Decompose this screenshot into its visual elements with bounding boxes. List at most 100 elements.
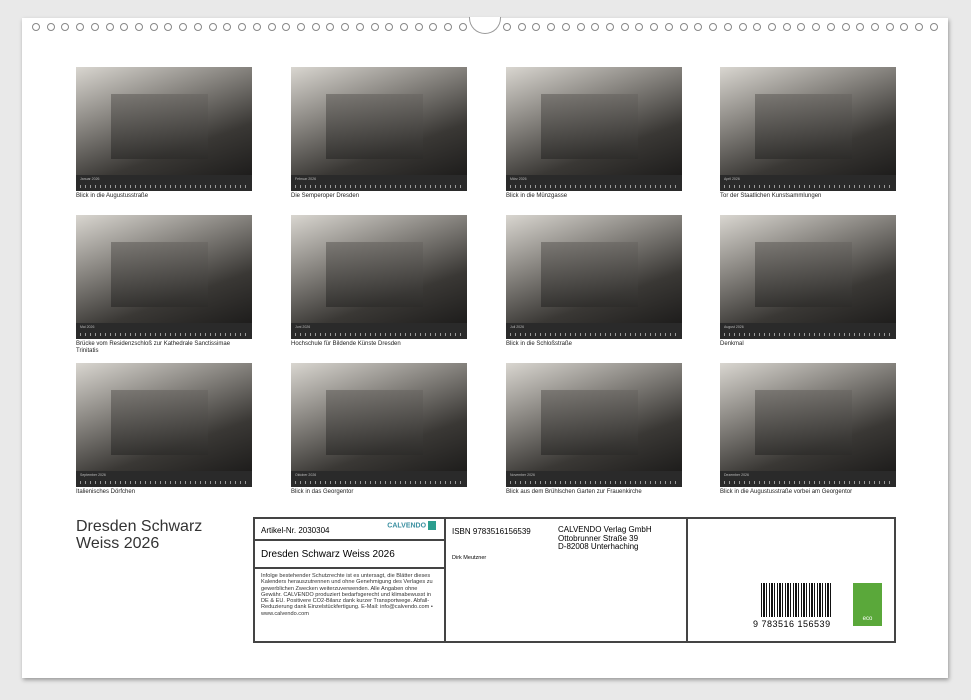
binding-hole [870, 23, 879, 31]
month-label: Februar 2026 [295, 177, 317, 181]
binding-hole [282, 23, 291, 31]
month-label: Juni 2026 [295, 325, 311, 329]
binding-hole [326, 23, 335, 31]
binding-hole [900, 23, 909, 31]
binding-hole [90, 23, 99, 31]
binding-hole [679, 23, 688, 31]
binding-hole [782, 23, 791, 31]
calendar-strip: Dezember 2026 [720, 471, 896, 487]
binding-hole [444, 23, 453, 31]
photo-caption: Blick in die Augustusstraße [76, 193, 149, 199]
binding-hole [738, 23, 747, 31]
binding-hole [709, 23, 718, 31]
binding-hole [61, 23, 70, 31]
binding-hole [76, 23, 85, 31]
month-tile: September 2026 Italienisches Dörfchen [76, 363, 252, 496]
binding-hole [208, 23, 217, 31]
month-label: Juli 2026 [510, 325, 525, 329]
barcode-number: 9 783516 156539 [753, 619, 831, 629]
month-tile: Mai 2026 Brücke vom Residenzschloß zur K… [76, 215, 252, 355]
calendar-strip: Februar 2026 [291, 175, 467, 191]
month-label: November 2026 [510, 473, 535, 477]
month-label: Dezember 2026 [724, 473, 749, 477]
binding-hole [32, 23, 40, 31]
calendar-strip: Juli 2026 [506, 323, 682, 339]
binding-hole [797, 23, 806, 31]
calendar-strip: April 2026 [720, 175, 896, 191]
month-photo [291, 363, 467, 471]
publisher-address: CALVENDO Verlag GmbH Ottobrunner Straße 3… [558, 525, 652, 551]
month-tile: April 2026 Tor der Staatlichen Kunstsamm… [720, 67, 896, 200]
binding-hole [179, 23, 188, 31]
binding-hole [341, 23, 350, 31]
calendar-strip: März 2026 [506, 175, 682, 191]
binding-hole [414, 23, 423, 31]
month-tile: Juni 2026 Hochschule für Bildende Künste… [291, 215, 467, 348]
binding-hole [105, 23, 114, 31]
binding-hole [296, 23, 305, 31]
photo-caption: Italienisches Dörfchen [76, 489, 136, 495]
binding-hole [164, 23, 173, 31]
calendar-strip: Oktober 2026 [291, 471, 467, 487]
binding-hole [650, 23, 659, 31]
binding-hole [694, 23, 703, 31]
month-label: August 2026 [724, 325, 744, 329]
month-photo [720, 363, 896, 471]
binding-hole [885, 23, 894, 31]
binding-hole [606, 23, 615, 31]
binding-hole [135, 23, 144, 31]
binding-hole [547, 23, 556, 31]
article-number: Artikel-Nr. 2030304 [261, 526, 330, 535]
calendar-strip: Mai 2026 [76, 323, 252, 339]
binding-hole [591, 23, 600, 31]
binding-hole [370, 23, 379, 31]
month-photo [720, 67, 896, 175]
binding-hole [355, 23, 364, 31]
binding-hole [503, 23, 511, 31]
month-tile: August 2026 Denkmal [720, 215, 896, 348]
month-photo [76, 363, 252, 471]
photo-caption: Denkmal [720, 341, 744, 347]
binding-hole [856, 23, 865, 31]
binding-hole [399, 23, 408, 31]
month-label: März 2026 [510, 177, 527, 181]
month-tile: November 2026 Blick aus dem Brühlschen G… [506, 363, 682, 496]
binding-hole [267, 23, 276, 31]
calvendo-logo: CALVENDO [387, 521, 436, 530]
month-tile: Februar 2026 Die Semperoper Dresden [291, 67, 467, 200]
month-photo [506, 363, 682, 471]
binding-hole [458, 23, 467, 31]
binding-hole [193, 23, 202, 31]
month-label: Januar 2026 [80, 177, 100, 181]
binding-hole [915, 23, 924, 31]
binding-hole [841, 23, 850, 31]
month-label: April 2026 [724, 177, 740, 181]
binding-hole [576, 23, 585, 31]
binding-hole [120, 23, 129, 31]
binding-hole [826, 23, 835, 31]
photo-caption: Blick in die Augustusstraße vorbei am Ge… [720, 489, 853, 495]
binding-hole [517, 23, 526, 31]
calendar-strip: September 2026 [76, 471, 252, 487]
barcode [761, 583, 833, 617]
month-tile: Dezember 2026 Blick in die Augustusstraß… [720, 363, 896, 496]
calendar-strip: Januar 2026 [76, 175, 252, 191]
month-photo [291, 215, 467, 323]
month-photo [506, 67, 682, 175]
binding-hole [635, 23, 644, 31]
binding-hole [812, 23, 821, 31]
month-photo [506, 215, 682, 323]
photo-caption: Blick in das Georgentor [291, 489, 354, 495]
binding-hole [929, 23, 938, 31]
calendar-strip: November 2026 [506, 471, 682, 487]
month-tile: Oktober 2026 Blick in das Georgentor [291, 363, 467, 496]
month-label: September 2026 [80, 473, 106, 477]
calendar-page: Januar 2026 Blick in die Augustusstraße … [22, 17, 948, 678]
photo-caption: Blick in die Schloßstraße [506, 341, 573, 347]
binding-hole [149, 23, 158, 31]
binding-hole [753, 23, 762, 31]
binding-hole [723, 23, 732, 31]
legal-text: Infolge bestehender Schutzrechte ist es … [261, 573, 433, 617]
info-box: Artikel-Nr. 2030304 CALVENDO Dresden Sch… [253, 517, 896, 643]
binding-hole [46, 23, 55, 31]
